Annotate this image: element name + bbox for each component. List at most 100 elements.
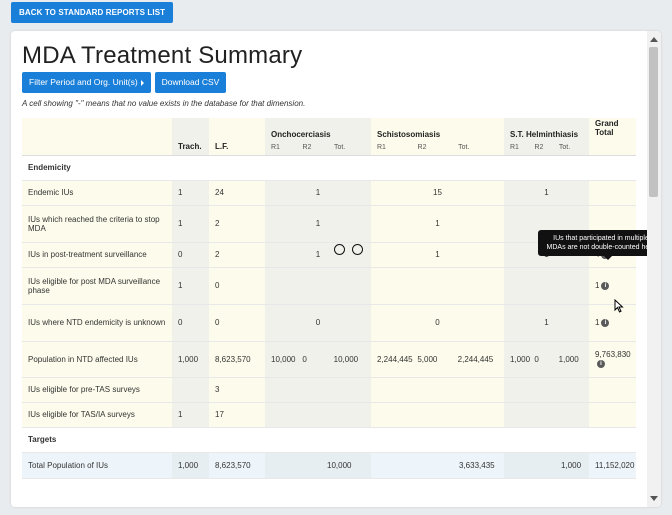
- empty-cell-note: A cell showing "-" means that no value e…: [22, 99, 306, 108]
- header-schisto-sub: R1 R2 Tot.: [377, 139, 498, 151]
- sub-tot: Tot.: [458, 143, 470, 151]
- cell-oncho: [265, 267, 371, 305]
- cell-lf: 24: [209, 180, 265, 206]
- vertical-scrollbar[interactable]: [647, 31, 661, 507]
- back-to-reports-button[interactable]: BACK TO STANDARD REPORTS LIST: [11, 2, 174, 23]
- info-icon[interactable]: i: [601, 318, 610, 327]
- table-row: Population in NTD affected IUs 1,000 8,623…: [22, 341, 636, 378]
- cell-sth: [504, 402, 589, 428]
- info-icon[interactable]: i: [601, 281, 610, 290]
- cell-oncho: 0: [265, 304, 371, 342]
- cell-grand-total: 1i: [589, 304, 636, 342]
- cell-schisto-values: 2,244,445 5,000 2,244,445: [377, 355, 498, 364]
- filter-button[interactable]: Filter Period and Org. Unit(s): [22, 72, 151, 93]
- cell-sth: [504, 267, 589, 305]
- row-label: IUs eligible for post MDA surveillance p…: [22, 267, 172, 305]
- header-oncho: Onchocerciasis R1 R2 Tot.: [265, 118, 371, 156]
- cell-trach: [172, 377, 209, 403]
- cell-oncho: 10,000: [265, 452, 371, 479]
- table-body: Endemicity Endemic IUs 1 24 1 15 1 IUs which r…: [22, 155, 636, 479]
- header-trach: Trach.: [172, 118, 209, 156]
- cell-schisto: 15: [371, 180, 504, 206]
- cell-schisto: [371, 402, 504, 428]
- header-oncho-label: Onchocerciasis: [271, 129, 331, 139]
- grand-total-value: 9,763,830: [595, 350, 631, 359]
- download-csv-button[interactable]: Download CSV: [154, 72, 227, 93]
- info-tooltip: IUs that participated in multiple MDAs a…: [538, 230, 647, 261]
- cell-trach: 1,000: [172, 341, 209, 378]
- cell-schisto-r2: 5,000: [417, 354, 438, 364]
- cell-oncho-values: 10,000 0 10,000: [271, 355, 365, 364]
- cell-lf: 8,623,570: [209, 341, 265, 378]
- header-schisto-label: Schistosomiasis: [377, 129, 441, 139]
- cell-schisto: [371, 377, 504, 403]
- caret-right-icon: [140, 79, 144, 86]
- table-row: Endemic IUs 1 24 1 15 1: [22, 180, 636, 206]
- filter-button-label: Filter Period and Org. Unit(s): [29, 77, 138, 87]
- cell-trach: 1: [172, 402, 209, 428]
- cell-sth-tot: 1,000: [558, 354, 579, 364]
- scroll-up-icon[interactable]: [650, 37, 658, 42]
- section-label: Targets: [22, 427, 636, 453]
- section-label: Endemicity: [22, 155, 636, 181]
- cell-lf: 8,623,570: [209, 452, 265, 479]
- cell-sth: 1,000 0 1,000: [504, 341, 589, 378]
- sub-r1: R1: [510, 143, 519, 151]
- header-grand-total: Grand Total: [589, 118, 636, 156]
- cell-grand-total: 9,763,830 i: [589, 341, 636, 378]
- grand-total-value: 1: [595, 318, 600, 327]
- cell-sth-r2: 0: [534, 354, 539, 364]
- row-label: IUs in post-treatment surveillance: [22, 242, 172, 268]
- sub-r1: R1: [271, 143, 280, 151]
- cell-schisto: 1: [371, 242, 504, 268]
- cell-grand-total: [589, 180, 636, 206]
- cell-schisto-r1: 2,244,445: [377, 354, 413, 364]
- cell-oncho-r1: 10,000: [271, 354, 296, 364]
- header-sth-sub: R1 R2 Tot.: [510, 139, 583, 151]
- section-row-endemicity: Endemicity: [22, 155, 636, 181]
- cell-schisto-tot: 2,244,445: [457, 354, 494, 364]
- cell-oncho: 1: [265, 180, 371, 206]
- page-title: MDA Treatment Summary: [22, 42, 303, 69]
- table-row: Total Population of IUs 1,000 8,623,570 10,…: [22, 452, 636, 479]
- table-row: IUs eligible for pre-TAS surveys 3: [22, 377, 636, 403]
- cell-lf: 3: [209, 377, 265, 403]
- cell-trach: 0: [172, 242, 209, 268]
- sub-r2: R2: [302, 143, 312, 151]
- row-label: IUs eligible for pre-TAS surveys: [22, 377, 172, 403]
- sub-tot: Tot.: [333, 143, 346, 151]
- table-row: IUs eligible for TAS/IA surveys 1 17: [22, 402, 636, 428]
- cell-oncho: [265, 402, 371, 428]
- cell-trach: 1: [172, 205, 209, 243]
- cell-sth: 1: [504, 304, 589, 342]
- cell-lf: 2: [209, 205, 265, 243]
- sub-r1: R1: [377, 143, 386, 151]
- row-label: IUs where NTD endemicity is unknown: [22, 304, 172, 342]
- header-label: [22, 118, 172, 156]
- cell-sth: 1: [504, 180, 589, 206]
- table-row: IUs where NTD endemicity is unknown 0 0 0 0 1…: [22, 304, 636, 342]
- cell-trach: 1: [172, 267, 209, 305]
- scroll-down-icon[interactable]: [650, 496, 658, 501]
- cell-schisto: [371, 267, 504, 305]
- scrollbar-thumb[interactable]: [649, 47, 658, 197]
- cell-grand-total: [589, 377, 636, 403]
- sub-r2: R2: [417, 143, 427, 151]
- cell-schisto: 2,244,445 5,000 2,244,445: [371, 341, 504, 378]
- info-icon[interactable]: i: [597, 359, 605, 368]
- table-row: IUs eligible for post MDA surveillance p…: [22, 267, 636, 305]
- report-content: MDA Treatment Summary Filter Period and …: [11, 31, 647, 507]
- cell-lf: 0: [209, 267, 265, 305]
- cell-grand-total: [589, 402, 636, 428]
- cell-sth: 1,000: [504, 452, 589, 479]
- summary-table: Trach. L.F. Onchocerciasis R1 R2 Tot. Schis…: [22, 118, 636, 479]
- cell-schisto: 3,633,435: [371, 452, 504, 479]
- mouse-pointer-icon: [614, 299, 624, 313]
- cell-grand-total: 1i: [589, 267, 636, 305]
- cell-oncho: 1: [265, 205, 371, 243]
- row-label: Total Population of IUs: [22, 452, 172, 479]
- cell-oncho: 10,000 0 10,000: [265, 341, 371, 378]
- header-sth: S.T. Helminthiasis R1 R2 Tot.: [504, 118, 589, 156]
- table-header-row: Trach. L.F. Onchocerciasis R1 R2 Tot. Schis…: [22, 118, 636, 156]
- row-label: IUs which reached the criteria to stop M…: [22, 205, 172, 243]
